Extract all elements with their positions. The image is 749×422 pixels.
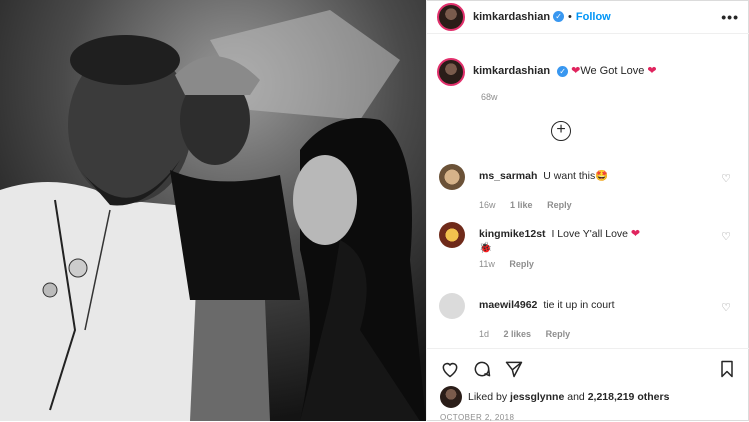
comment-body: I Love Y'all Love [551,228,628,240]
comment-reply-button[interactable]: Reply [509,259,534,269]
comment-meta: 11w Reply [479,259,739,269]
comment-avatar[interactable] [439,164,465,190]
author-avatar[interactable] [437,2,465,31]
likes-and: and [567,391,585,403]
comment-text: maewil4962 tie it up in court [479,293,615,312]
likes-count[interactable]: 2,218,219 others [588,391,670,403]
liker-avatar[interactable] [440,386,462,408]
verified-icon: ✓ [557,65,569,77]
comment-age: 16w [479,200,496,210]
author-username[interactable]: kimkardashian [473,11,550,23]
heart-emoji-icon: ❤ [571,65,581,77]
caption-text: kimkardashian ✓ ❤We Got Love ❤ [473,58,657,84]
comment-avatar[interactable] [439,293,465,319]
comment-username[interactable]: maewil4962 [479,299,537,311]
comment-reply-button[interactable]: Reply [546,329,571,339]
comment-age: 1d [479,329,490,339]
comment-meta: 1d 2 likes Reply [479,329,739,339]
comment-body: U want this🤩 [543,170,609,182]
like-comment-icon[interactable]: ♡ [721,230,731,243]
likes-prefix: Liked by [468,391,508,403]
comment-body: tie it up in court [543,299,615,311]
comment-text: kingmike12st I Love Y'all Love ❤ 🐞 [479,222,640,255]
post-actions: Liked by jessglynne and 2,218,219 others… [426,348,749,422]
comment-username[interactable]: kingmike12st [479,228,546,240]
comment-body-extra: 🐞 [479,242,493,254]
follow-button[interactable]: Follow [576,11,611,23]
heart-emoji-icon: ❤ [630,228,641,240]
photo-image [0,0,426,421]
verified-icon: ✓ [553,11,565,22]
heart-emoji-icon: ❤ [647,65,657,77]
comment-likes[interactable]: 2 likes [504,329,532,339]
comment-likes[interactable]: 1 like [510,200,533,210]
separator-dot: • [568,10,572,23]
caption: kimkardashian ✓ ❤We Got Love ❤ 68w [437,58,737,102]
load-more-comments-icon[interactable]: + [551,121,571,141]
comment-bubble-icon[interactable] [472,359,492,379]
comment-meta: 16w 1 like Reply [479,200,739,210]
comment-reply-button[interactable]: Reply [547,200,572,210]
post-header: kimkardashian ✓ • Follow ••• [427,0,749,34]
comment-username[interactable]: ms_sarmah [479,170,537,182]
comment: ms_sarmah U want this🤩 16w 1 like Reply … [439,164,739,210]
like-comment-icon[interactable]: ♡ [721,172,731,185]
likes-summary: Liked by jessglynne and 2,218,219 others [426,379,749,408]
like-comment-icon[interactable]: ♡ [721,301,731,314]
comment: kingmike12st I Love Y'all Love ❤ 🐞 11w R… [439,222,739,269]
like-heart-icon[interactable] [440,359,460,379]
caption-username[interactable]: kimkardashian [473,65,550,77]
more-options-icon[interactable]: ••• [721,9,739,25]
comment-avatar[interactable] [439,222,465,248]
post-photo[interactable] [0,0,426,421]
share-send-icon[interactable] [504,359,524,379]
caption-age: 68w [481,92,498,102]
comment: maewil4962 tie it up in court 1d 2 likes… [439,293,739,339]
caption-body: We Got Love [580,65,645,77]
caption-avatar[interactable] [437,58,465,86]
post-date: OCTOBER 2, 2018 [440,413,515,422]
bookmark-icon[interactable] [717,359,737,379]
liker-username[interactable]: jessglynne [510,391,564,403]
comment-text: ms_sarmah U want this🤩 [479,164,608,183]
comment-age: 11w [479,259,495,269]
